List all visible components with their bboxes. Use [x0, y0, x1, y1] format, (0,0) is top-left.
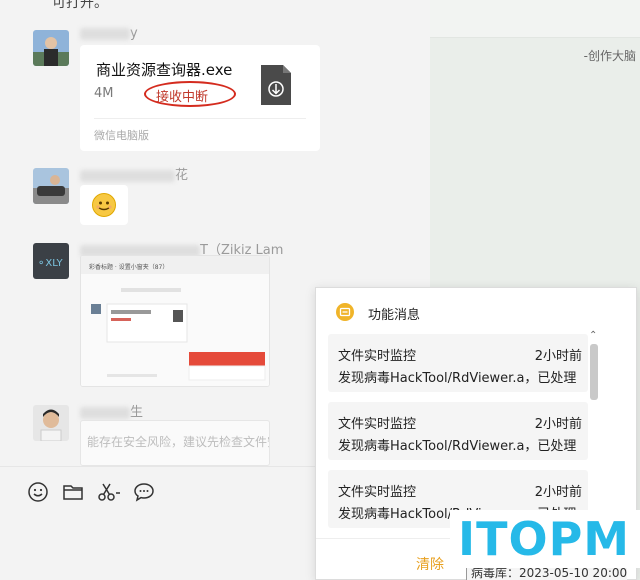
panel-header: 功能消息	[316, 288, 636, 334]
notification-item[interactable]: 文件实时监控 2小时前 发现病毒HackTool/RdViewer.a，已处理	[328, 402, 588, 460]
watermark-text: ITOPM	[458, 512, 631, 566]
file-card-divider	[94, 118, 306, 119]
avatar[interactable]	[33, 405, 69, 441]
sender-name: y	[80, 26, 138, 41]
right-topbar	[430, 0, 640, 38]
notification-time: 2小时前	[534, 485, 582, 500]
file-download-icon[interactable]	[259, 63, 293, 107]
scroll-thumb[interactable]	[590, 344, 598, 400]
avatar[interactable]	[33, 30, 69, 66]
file-name: 商业资源查询器.exe	[96, 61, 233, 79]
status-highlight-ring	[144, 81, 236, 107]
emoji-message[interactable]	[80, 185, 128, 225]
notification-body: 发现病毒HackTool/RdViewer.a，已处理	[338, 371, 577, 386]
sender-name: 生	[80, 401, 143, 420]
chat-message: y 商业资源查询器.exe 4M 接收中断 微信电脑版	[0, 0, 430, 160]
emoji-icon[interactable]	[27, 481, 49, 503]
notification-time: 2小时前	[534, 349, 582, 364]
avatar[interactable]	[33, 168, 69, 204]
clear-button[interactable]: 清除	[416, 554, 444, 574]
screenshot-image[interactable]: 彩香标题 · 设置小窗夹（87）	[80, 255, 270, 387]
scissors-icon[interactable]	[96, 481, 122, 503]
warning-message-card[interactable]: 能存在安全风险，建议先检查文件安	[80, 420, 270, 466]
file-message-card[interactable]: 商业资源查询器.exe 4M 接收中断 微信电脑版	[80, 45, 320, 151]
notification-body: 发现病毒HackTool/RdViewer.a，已处理	[338, 439, 577, 454]
chat-bubble-icon[interactable]	[133, 481, 155, 503]
file-size: 4M	[94, 86, 114, 101]
message-icon	[336, 303, 354, 321]
avatar[interactable]: ⚬XLY	[33, 243, 69, 279]
panel-title: 功能消息	[368, 308, 421, 323]
notification-time: 2小时前	[534, 417, 582, 432]
scroll-up-icon[interactable]: ⌃	[589, 330, 597, 341]
svg-text:⚬XLY: ⚬XLY	[37, 258, 63, 269]
notification-title: 文件实时监控	[338, 485, 417, 500]
right-caption: -创作大脑	[583, 49, 636, 63]
folder-icon[interactable]	[62, 481, 84, 503]
smiley-emoji-icon	[92, 193, 116, 217]
watermark-logo: ITOPM	[450, 510, 640, 568]
notification-title: 文件实时监控	[338, 417, 417, 432]
svg-text:彩香标题 · 设置小窗夹（87）: 彩香标题 · 设置小窗夹（87）	[89, 263, 168, 271]
notification-item[interactable]: 文件实时监控 2小时前 发现病毒HackTool/RdViewer.a，已处理	[328, 334, 588, 392]
sender-name: 花	[80, 164, 188, 183]
notification-title: 文件实时监控	[338, 349, 417, 364]
warning-preview-text: 能存在安全风险，建议先检查文件安	[87, 435, 270, 449]
file-source: 微信电脑版	[94, 129, 149, 142]
